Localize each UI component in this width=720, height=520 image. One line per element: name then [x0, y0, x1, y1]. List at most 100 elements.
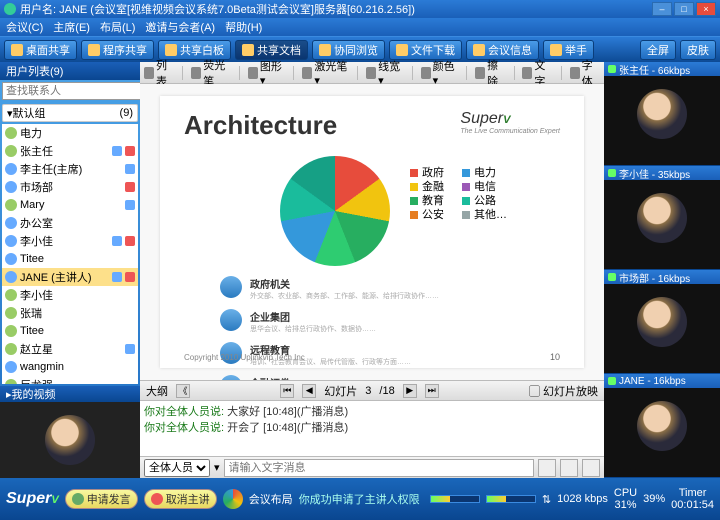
font-icon[interactable] [560, 459, 578, 477]
user-name: 电力 [20, 125, 135, 141]
user-name: 巨龙强 [20, 377, 135, 384]
menu-item[interactable]: 帮助(H) [225, 19, 262, 35]
emoji-icon[interactable] [538, 459, 556, 477]
user-name: 李主任(主席) [20, 161, 122, 177]
user-list-header: 用户列表(9) [0, 62, 140, 80]
chat-line: 你对全体人员说: 大家好 [10:48](广播消息) [144, 403, 600, 419]
prev-outline-icon[interactable]: 《 [176, 384, 190, 398]
participant-row[interactable]: Titee [2, 322, 138, 340]
left-panel: 用户列表(9) 🔍 ▾ 默认组 (9) 电力张主任李主任(主席)市场部Mary办… [0, 62, 140, 478]
doc-tool[interactable]: 激光笔 ▾ [302, 58, 349, 87]
participant-row[interactable]: Mary [2, 196, 138, 214]
prev-slide-button[interactable]: ◀ [302, 384, 316, 398]
mic-icon [112, 146, 122, 156]
participant-list[interactable]: 电力张主任李主任(主席)市场部Mary办公室李小佳TiteeJANE (主讲人)… [2, 124, 138, 384]
slide-area[interactable]: Architecture SuperVThe Live Communicatio… [140, 84, 604, 380]
timer-stat: Timer00:01:54 [671, 487, 714, 511]
participant-row[interactable]: JANE (主讲人) [2, 268, 138, 286]
doc-tool[interactable]: 颜色 ▾ [421, 58, 459, 87]
participant-row[interactable]: 张主任 [2, 142, 138, 160]
menu-item[interactable]: 会议(C) [6, 19, 43, 35]
participant-row[interactable]: 李主任(主席) [2, 160, 138, 178]
toolbar-button[interactable]: 文件下载 [389, 40, 462, 60]
menu-item[interactable]: 主席(E) [53, 19, 90, 35]
send-icon[interactable] [582, 459, 600, 477]
group-header[interactable]: ▾ 默认组 (9) [2, 104, 138, 122]
audio-meter[interactable] [430, 495, 480, 503]
video-label: JANE - 16kbps [604, 374, 720, 388]
mic-icon [125, 164, 135, 174]
participant-row[interactable]: 张瑞 [2, 304, 138, 322]
slide-item: 企业集团思华会议、给排总行政协作、数据协…… [220, 309, 554, 334]
tool-icon [366, 67, 376, 79]
participant-row[interactable]: 赵立星 [2, 340, 138, 358]
participant-row[interactable]: wangmin [2, 358, 138, 376]
minimize-button[interactable]: – [652, 2, 672, 16]
video-panel: 张主任 - 66kbps李小佳 - 35kbps 市场部 - 16kbpsJANE… [604, 62, 720, 478]
user-name: Titee [20, 253, 135, 265]
my-video[interactable] [0, 402, 140, 478]
layout-pie-icon[interactable] [223, 489, 243, 509]
chat-input-row: 全体人员 ▾ [140, 456, 604, 478]
meters: ⇅ 1028 kbps CPU31% 39% Timer00:01:54 [430, 487, 714, 511]
video-cell[interactable]: JANE - 16kbps [604, 374, 720, 478]
toolbar-icon [550, 44, 562, 56]
user-icon [5, 379, 17, 384]
outline-button[interactable]: 大纲 [146, 383, 168, 399]
item-icon [220, 276, 242, 298]
participant-row[interactable]: 电力 [2, 124, 138, 142]
participant-row[interactable]: Titee [2, 250, 138, 268]
avatar [637, 193, 687, 243]
cancel-presenter-button[interactable]: 取消主讲 [144, 489, 217, 509]
user-name: 市场部 [20, 179, 122, 195]
toolbar-button[interactable]: 桌面共享 [4, 40, 77, 60]
layout-label[interactable]: 会议布局 [249, 491, 293, 507]
user-icon [5, 217, 17, 229]
apply-speak-button[interactable]: 申请发言 [65, 489, 138, 509]
maximize-button[interactable]: □ [674, 2, 694, 16]
audio-meter-2[interactable] [486, 495, 536, 503]
copyright: Copyright 2010 Uplinkvip Tech Inc [184, 353, 305, 362]
participant-row[interactable]: 李小佳 [2, 232, 138, 250]
participant-row[interactable]: 巨龙强 [2, 376, 138, 384]
mic-icon [125, 200, 135, 210]
video-cell[interactable]: 市场部 - 16kbps [604, 270, 720, 374]
toolbar-icon [473, 44, 485, 56]
user-name: 李小佳 [20, 287, 135, 303]
slide-item: 政府机关外交部、农业部、商务部、工作部、能源、给排行政协作…… [220, 276, 554, 301]
mic-icon [125, 344, 135, 354]
toolbar-button[interactable]: 全屏 [640, 40, 676, 60]
participant-row[interactable]: 办公室 [2, 214, 138, 232]
last-slide-button[interactable]: ⏭ [425, 384, 439, 398]
my-video-header: ▸ 我的视频 [0, 386, 140, 402]
toolbar-button[interactable]: 协同浏览 [312, 40, 385, 60]
toolbar-icon [396, 44, 408, 56]
video-cell[interactable]: 李小佳 - 35kbps [604, 166, 720, 270]
chat-log[interactable]: 你对全体人员说: 大家好 [10:48](广播消息)你对全体人员说: 开会了 [… [140, 400, 604, 456]
user-icon [5, 163, 17, 175]
doc-tool[interactable]: 线宽 ▾ [366, 58, 404, 87]
tool-icon [522, 67, 532, 79]
tool-icon [570, 67, 580, 79]
user-icon [5, 145, 17, 157]
next-slide-button[interactable]: ▶ [403, 384, 417, 398]
menu-item[interactable]: 邀请与会者(A) [145, 19, 215, 35]
slideshow-button[interactable]: ▢ 幻灯片放映 [529, 383, 598, 399]
toolbar-button[interactable]: 共享文档 [235, 40, 308, 60]
menu-item[interactable]: 布局(L) [100, 19, 135, 35]
first-slide-button[interactable]: ⏮ [280, 384, 294, 398]
video-cell[interactable]: 张主任 - 66kbps [604, 62, 720, 166]
doc-tool[interactable]: 图形 ▾ [248, 58, 286, 87]
participant-row[interactable]: 李小佳 [2, 286, 138, 304]
close-button[interactable]: × [696, 2, 716, 16]
chat-target-select[interactable]: 全体人员 [144, 459, 210, 477]
participant-row[interactable]: 市场部 [2, 178, 138, 196]
search-input[interactable] [2, 82, 152, 100]
toolbar-button[interactable]: 皮肤 [680, 40, 716, 60]
video-label: 李小佳 - 35kbps [604, 166, 720, 180]
brand-logo: SuperVThe Live Communication Expert [460, 110, 560, 135]
chat-input[interactable] [224, 459, 534, 477]
hand-icon [72, 493, 84, 505]
mic-icon [112, 272, 122, 282]
chevron-down-icon[interactable]: ▾ [214, 461, 220, 474]
